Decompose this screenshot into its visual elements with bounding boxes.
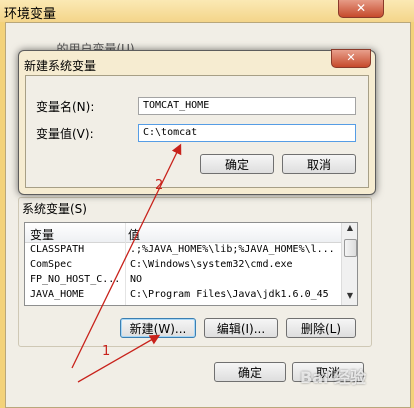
scroll-down-arrow-icon[interactable]: ▼ xyxy=(342,291,357,305)
row-variable-value: C:\Windows\system32\cmd.exe xyxy=(130,259,293,270)
variable-name-label: 变量名(N): xyxy=(36,100,95,114)
annotation-step-2: 2 xyxy=(155,178,164,193)
variable-value-label: 变量值(V): xyxy=(36,127,94,141)
new-variable-button[interactable]: 新建(W)... xyxy=(120,318,196,338)
row-variable-name: FP_NO_HOST_C... xyxy=(30,274,121,285)
dialog-close-button[interactable]: ✕ xyxy=(331,49,371,68)
column-header-value[interactable]: 值 xyxy=(128,226,140,243)
edit-variable-button[interactable]: 编辑(I)... xyxy=(204,318,278,338)
table-row[interactable]: CLASSPATH .;%JAVA_HOME%\lib;%JAVA_HOME%\… xyxy=(25,243,341,257)
row-variable-name: ComSpec xyxy=(30,259,73,270)
variable-name-input[interactable]: TOMCAT_HOME xyxy=(138,97,356,115)
annotation-step-1: 1 xyxy=(102,344,111,359)
row-variable-value: C:\Program Files\Java\jdk1.6.0_45 xyxy=(130,289,329,300)
row-variable-value: NO xyxy=(130,274,143,285)
row-variable-name: CLASSPATH xyxy=(30,244,85,255)
outer-ok-button[interactable]: 确定 xyxy=(214,362,286,382)
row-variable-name: JAVA_HOME xyxy=(30,289,85,300)
column-header-variable[interactable]: 变量 xyxy=(30,226,54,243)
new-system-variable-dialog: 新建系统变量 ✕ 变量名(N): TOMCAT_HOME 变量值(V): C:\… xyxy=(18,49,376,195)
dialog-cancel-button[interactable]: 取消 xyxy=(282,154,356,174)
dialog-title: 新建系统变量 xyxy=(24,59,97,73)
watermark: Bai 经验 xyxy=(300,368,367,387)
env-window-titlebar: 环境变量 ✕ xyxy=(0,0,414,22)
env-window-title: 环境变量 xyxy=(4,7,57,22)
table-row[interactable]: ComSpec C:\Windows\system32\cmd.exe xyxy=(25,258,341,272)
table-header: 变量 值 xyxy=(25,223,341,243)
row-variable-value: .;%JAVA_HOME%\lib;%JAVA_HOME%\l... xyxy=(130,244,335,255)
system-variables-table[interactable]: 变量 值 CLASSPATH .;%JAVA_HOME%\lib;%JAVA_H… xyxy=(24,222,358,306)
table-scrollbar[interactable]: ▲ ▼ xyxy=(341,223,357,305)
delete-variable-button[interactable]: 删除(L) xyxy=(286,318,356,338)
system-variables-label: 系统变量(S) xyxy=(22,202,87,216)
dialog-body: 变量名(N): TOMCAT_HOME 变量值(V): C:\tomcat 确定… xyxy=(25,75,369,188)
table-row[interactable]: FP_NO_HOST_C... NO xyxy=(25,273,341,287)
env-window-close-button[interactable]: ✕ xyxy=(338,0,384,18)
scroll-up-arrow-icon[interactable]: ▲ xyxy=(342,223,357,237)
table-row[interactable]: JAVA_HOME C:\Program Files\Java\jdk1.6.0… xyxy=(25,288,341,302)
variable-value-input[interactable]: C:\tomcat xyxy=(138,124,356,142)
dialog-ok-button[interactable]: 确定 xyxy=(200,154,274,174)
scrollbar-thumb[interactable] xyxy=(344,239,357,257)
